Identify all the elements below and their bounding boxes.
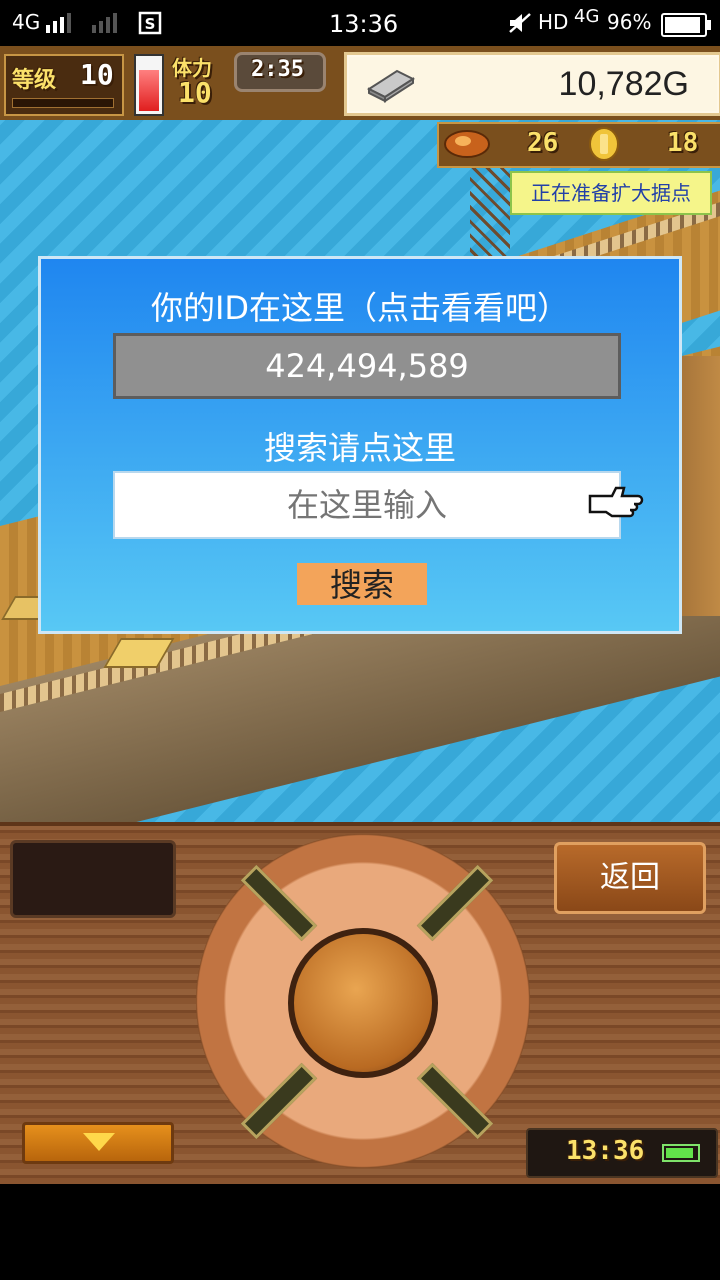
game-clock: 13:36 bbox=[526, 1128, 718, 1178]
menu-toggle-button[interactable] bbox=[22, 1122, 174, 1164]
stamina-gauge bbox=[134, 54, 164, 116]
network-indicator-2: 4G bbox=[574, 6, 600, 27]
info-screen bbox=[10, 840, 176, 918]
gold-amount: 10,782G bbox=[558, 65, 689, 103]
notice-banner[interactable]: 正在准备扩大据点 bbox=[510, 171, 712, 215]
silver-ingot-icon bbox=[366, 69, 416, 103]
dialog-title: 你的ID在这里（点击看看吧） bbox=[150, 289, 570, 327]
network-indicator: 4G bbox=[12, 10, 41, 34]
timer-box: 2:35 bbox=[234, 52, 326, 92]
level-label: 等级 bbox=[12, 68, 57, 93]
signal-icon bbox=[46, 13, 71, 33]
stamina-fill bbox=[139, 70, 159, 111]
resource-count-2: 18 bbox=[667, 128, 699, 158]
search-label: 搜索请点这里 bbox=[263, 429, 456, 467]
stamina-timer: 2:35 bbox=[251, 57, 304, 82]
clock-time: 13:36 bbox=[566, 1136, 645, 1166]
battery-percent: 96% bbox=[607, 10, 652, 34]
status-bar: 4G S 13:36 HD 4G 96% bbox=[0, 0, 720, 46]
exp-bar bbox=[12, 98, 114, 108]
level-display: 等级 10 bbox=[4, 54, 124, 116]
hd-indicator: HD bbox=[538, 10, 569, 34]
center-button[interactable] bbox=[288, 928, 438, 1078]
arrow-down-icon bbox=[83, 1133, 115, 1151]
resource-count-1: 26 bbox=[527, 128, 559, 158]
svg-text:S: S bbox=[145, 15, 156, 33]
search-input[interactable] bbox=[113, 471, 621, 539]
pointing-hand-icon bbox=[588, 486, 644, 518]
back-button[interactable]: 返回 bbox=[554, 842, 706, 914]
search-button[interactable]: 搜索 bbox=[297, 563, 427, 605]
status-time: 13:36 bbox=[329, 10, 399, 38]
signal-icon-2 bbox=[92, 13, 117, 33]
stamina-value: 10 bbox=[178, 76, 212, 109]
id-search-dialog: 你的ID在这里（点击看看吧） 424,494,589 搜索请点这里 搜索 bbox=[38, 256, 682, 634]
food-icon bbox=[444, 130, 490, 158]
screenshot-icon: S bbox=[138, 11, 162, 35]
player-id-field[interactable]: 424,494,589 bbox=[113, 333, 621, 399]
gold-display: 10,782G bbox=[344, 52, 720, 116]
coin-icon bbox=[589, 127, 619, 161]
mute-icon bbox=[509, 13, 531, 33]
resource-bar: 26 18 bbox=[437, 122, 720, 168]
battery-icon bbox=[661, 13, 711, 37]
device-battery-icon bbox=[662, 1144, 700, 1162]
level-value: 10 bbox=[80, 58, 114, 91]
